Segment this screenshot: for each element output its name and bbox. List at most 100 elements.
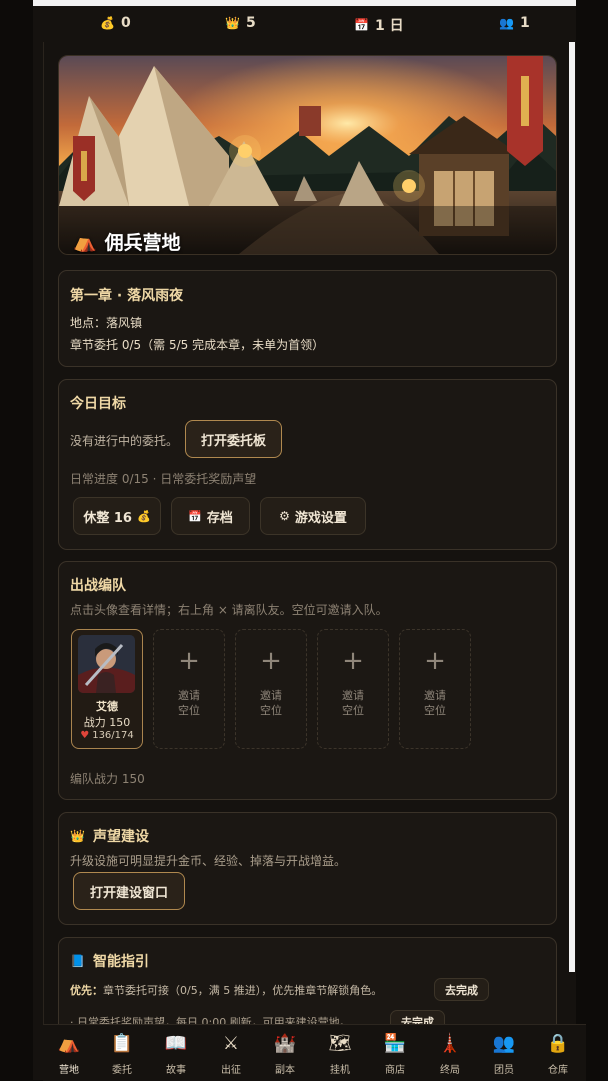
priority-text: 章节委托可接（0/5，满 5 推进），优先推章节解锁角色。 <box>103 984 383 997</box>
daily-goals-card: 今日目标 没有进行中的委托。 打开委托板 日常进度 0/15 · 日常委托奖励声… <box>58 379 557 550</box>
map-icon: 🗺 <box>328 1033 352 1054</box>
nav-item-shop[interactable]: 🏪 商店 <box>375 1033 415 1076</box>
daily-progress-text: 日常进度 0/15 · 日常委托奖励声望 <box>70 472 257 486</box>
camp-banner: ⛺ 佣兵营地 <box>58 55 557 255</box>
main-content: ⛺ 佣兵营地 第一章 · 落风雨夜 地点：落风镇 章节委托 0/5（需 5/5 … <box>43 42 569 1024</box>
calendar-icon: 📅 <box>354 18 369 32</box>
nav-item-idle[interactable]: 🗺 挂机 <box>320 1033 360 1076</box>
nav-item-warehouse[interactable]: 🔒 仓库 <box>538 1033 578 1076</box>
settings-button[interactable]: ⚙ 游戏设置 <box>260 497 366 535</box>
guide-priority-line: 优先：章节委托可接（0/5，满 5 推进），优先推章节解锁角色。 <box>70 982 382 998</box>
camp-title: ⛺ 佣兵营地 <box>73 228 181 254</box>
go-complete-button[interactable]: 去完成 <box>434 978 489 1001</box>
nav-item-members[interactable]: 👥 团员 <box>484 1033 524 1076</box>
gold-value: 0 <box>120 15 131 31</box>
people-icon: 👥 <box>492 1033 516 1054</box>
empty-slot[interactable]: + 邀请 空位 <box>235 629 307 749</box>
member-hp: ♥ 136/174 <box>72 730 142 741</box>
lock-icon: 🔒 <box>546 1033 570 1054</box>
team-total-power: 编队战力 150 <box>70 772 145 786</box>
plus-icon: + <box>260 646 282 676</box>
empty-slot[interactable]: + 邀请 空位 <box>153 629 225 749</box>
empty-slot[interactable]: + 邀请 空位 <box>317 629 389 749</box>
nav-label: 副本 <box>275 1065 295 1076</box>
rest-button[interactable]: 休整 16 💰 <box>73 497 161 535</box>
nav-label: 团员 <box>494 1065 514 1076</box>
avatar[interactable] <box>78 635 135 693</box>
slot-invite-label: 邀请 <box>424 689 446 702</box>
reputation-heading: 👑 声望建设 <box>70 826 149 846</box>
shop-icon: 🏪 <box>383 1033 407 1054</box>
no-task-text: 没有进行中的委托。 <box>70 434 179 448</box>
open-build-button[interactable]: 打开建设窗口 <box>73 872 185 910</box>
plus-icon: + <box>424 646 446 676</box>
gear-icon: ⚙ <box>279 509 290 523</box>
priority-label: 优先： <box>70 984 103 997</box>
castle-icon: 🏰 <box>273 1033 297 1054</box>
heart-icon: ♥ <box>80 730 90 741</box>
camp-title-text: 佣兵营地 <box>104 232 181 254</box>
member-card[interactable]: 艾德 战力 150 ♥ 136/174 <box>71 629 143 749</box>
plus-icon: + <box>178 646 200 676</box>
scrollbar[interactable] <box>568 42 575 972</box>
scroll-icon: 📋 <box>110 1033 134 1054</box>
members-stat: 👥 1 <box>499 15 530 31</box>
camp-icon: ⛺ <box>73 231 97 253</box>
nav-label: 挂机 <box>330 1065 350 1076</box>
moneybag-icon: 💰 <box>136 509 151 523</box>
members-value: 1 <box>519 15 530 31</box>
open-board-button[interactable]: 打开委托板 <box>185 420 282 458</box>
save-label: 存档 <box>206 510 233 526</box>
plus-icon: + <box>342 646 364 676</box>
status-bar: 💰 0 👑 5 📅 1 日 👥 1 <box>43 6 568 43</box>
slot-invite-label: 邀请 <box>342 689 364 702</box>
book-icon: 📖 <box>164 1033 188 1054</box>
chapter-location: 地点：落风镇 <box>70 316 143 330</box>
nav-item-expedition[interactable]: ⚔ 出征 <box>211 1033 251 1076</box>
save-button[interactable]: 📅 存档 <box>171 497 250 535</box>
member-name: 艾德 <box>96 700 118 713</box>
member-power: 战力 150 <box>83 716 131 729</box>
nav-label: 仓库 <box>548 1065 568 1076</box>
chapter-title: 第一章 · 落风雨夜 <box>70 288 184 304</box>
slot-empty-label: 空位 <box>178 704 200 717</box>
nav-label: 终局 <box>440 1065 460 1076</box>
reputation-card: 👑 声望建设 升级设施可明显提升金币、经验、掉落与开战增益。 打开建设窗口 <box>58 812 557 925</box>
nav-label: 出征 <box>221 1065 241 1076</box>
guide-daily-text: · 日常委托奖励声望，每日 0:00 刷新，可用来建设营地。 <box>70 1016 351 1024</box>
hero-portrait <box>78 635 135 693</box>
nav-label: 委托 <box>112 1065 132 1076</box>
crown-icon: 👑 <box>225 16 240 30</box>
camp-scene-illustration <box>59 56 556 254</box>
slot-invite-label: 邀请 <box>178 689 200 702</box>
crown-value: 5 <box>245 15 256 31</box>
save-icon: 📅 <box>188 509 202 523</box>
daily-title: 今日目标 <box>70 396 126 412</box>
guide-title: 智能指引 <box>92 954 149 970</box>
day-value: 1 日 <box>374 18 404 34</box>
slot-empty-label: 空位 <box>342 704 364 717</box>
empty-slot[interactable]: + 邀请 空位 <box>399 629 471 749</box>
camp-icon: ⛺ <box>57 1033 81 1054</box>
swords-icon: ⚔ <box>222 1033 240 1054</box>
moneybag-icon: 💰 <box>100 16 115 30</box>
book-icon: 📘 <box>70 954 85 968</box>
nav-item-dungeon[interactable]: 🏰 副本 <box>265 1033 305 1076</box>
settings-label: 游戏设置 <box>294 510 347 526</box>
reputation-desc: 升级设施可明显提升金币、经验、掉落与开战增益。 <box>70 854 347 868</box>
nav-label: 故事 <box>166 1065 186 1076</box>
nav-item-tasks[interactable]: 📋 委托 <box>102 1033 142 1076</box>
rest-label: 休整 16 <box>83 510 132 526</box>
nav-item-endgame[interactable]: 🗼 终局 <box>430 1033 470 1076</box>
tower-icon: 🗼 <box>438 1033 462 1054</box>
guide-card: 📘 智能指引 优先：章节委托可接（0/5，满 5 推进），优先推章节解锁角色。 … <box>58 937 557 1024</box>
nav-item-story[interactable]: 📖 故事 <box>156 1033 196 1076</box>
day-stat: 📅 1 日 <box>354 15 404 35</box>
nav-item-camp[interactable]: ⛺ 营地 <box>49 1033 89 1076</box>
chapter-card: 第一章 · 落风雨夜 地点：落风镇 章节委托 0/5（需 5/5 完成本章，未单… <box>58 270 557 367</box>
slot-empty-label: 空位 <box>424 704 446 717</box>
gold-stat: 💰 0 <box>100 15 131 31</box>
slot-invite-label: 邀请 <box>260 689 282 702</box>
go-complete-button-2[interactable]: 去完成 <box>390 1010 445 1024</box>
slot-empty-label: 空位 <box>260 704 282 717</box>
